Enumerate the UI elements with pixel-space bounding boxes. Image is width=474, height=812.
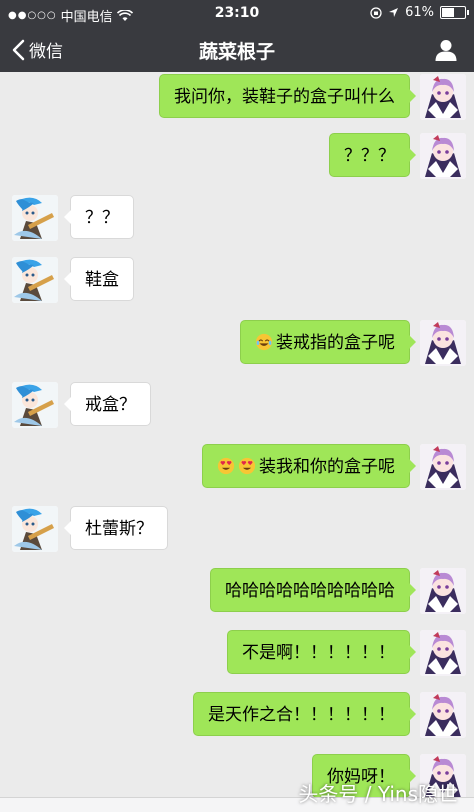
self-avatar[interactable] bbox=[420, 74, 466, 120]
avatar-image bbox=[420, 568, 466, 614]
battery-icon bbox=[440, 6, 469, 19]
back-label: 微信 bbox=[29, 42, 63, 62]
message-row: 戒盒？ bbox=[0, 382, 474, 430]
avatar-image bbox=[420, 444, 466, 490]
self-avatar[interactable] bbox=[420, 133, 466, 179]
message-row: 装我和你的盒子呢 bbox=[0, 444, 474, 492]
contact-avatar[interactable] bbox=[12, 195, 58, 241]
message-text: ？？ bbox=[85, 208, 119, 228]
message-row: ？？？ bbox=[0, 133, 474, 181]
avatar-image bbox=[12, 257, 58, 303]
message-text: ？？？ bbox=[344, 146, 395, 166]
message-text: 杜蕾斯？ bbox=[85, 519, 153, 539]
avatar-image bbox=[12, 382, 58, 428]
contact-avatar[interactable] bbox=[12, 382, 58, 428]
avatar-image bbox=[420, 692, 466, 738]
contact-avatar[interactable] bbox=[12, 257, 58, 303]
avatar-image bbox=[420, 133, 466, 179]
message-row: 不是啊！！！！！！ bbox=[0, 630, 474, 678]
message-row: 我问你，装鞋子的盒子叫什么 bbox=[0, 74, 474, 122]
message-bubble[interactable]: 是天作之合！！！！！！ bbox=[193, 692, 416, 736]
heart-eyes-emoji-icon bbox=[217, 457, 235, 475]
avatar-image bbox=[420, 630, 466, 676]
message-bubble[interactable]: 鞋盒 bbox=[64, 257, 134, 301]
message-row: ？？ bbox=[0, 195, 474, 243]
message-bubble[interactable]: 不是啊！！！！！！ bbox=[227, 630, 416, 674]
avatar-image bbox=[12, 195, 58, 241]
message-row: 是天作之合！！！！！！ bbox=[0, 692, 474, 740]
message-text: 戒盒？ bbox=[85, 395, 136, 415]
message-text: 装我和你的盒子呢 bbox=[259, 457, 395, 477]
message-bubble[interactable]: 杜蕾斯？ bbox=[64, 506, 168, 550]
avatar-image bbox=[420, 74, 466, 120]
message-text: 我问你，装鞋子的盒子叫什么 bbox=[174, 87, 395, 107]
message-bubble[interactable]: 哈哈哈哈哈哈哈哈哈哈 bbox=[210, 568, 416, 612]
orientation-lock-icon bbox=[370, 6, 382, 19]
battery-percent: 61% bbox=[405, 5, 434, 20]
message-text: 不是啊！！！！！！ bbox=[242, 643, 395, 663]
self-avatar[interactable] bbox=[420, 444, 466, 490]
nav-bar: 微信 蔬菜根子 bbox=[0, 28, 474, 72]
self-avatar[interactable] bbox=[420, 320, 466, 366]
status-bar: ●●○○○ 中国电信 23:10 61% bbox=[0, 0, 474, 28]
message-row: 鞋盒 bbox=[0, 257, 474, 305]
heart-eyes-emoji-icon bbox=[238, 457, 256, 475]
self-avatar[interactable] bbox=[420, 568, 466, 614]
contact-avatar[interactable] bbox=[12, 506, 58, 552]
message-bubble[interactable]: 装我和你的盒子呢 bbox=[202, 444, 416, 488]
message-text: 鞋盒 bbox=[85, 270, 119, 290]
message-bubble[interactable]: ？？？ bbox=[329, 133, 416, 177]
message-bubble[interactable]: 我问你，装鞋子的盒子叫什么 bbox=[159, 74, 416, 118]
message-text: 装戒指的盒子呢 bbox=[276, 333, 395, 353]
avatar-image bbox=[12, 506, 58, 552]
back-button[interactable]: 微信 bbox=[12, 37, 63, 62]
message-text: 哈哈哈哈哈哈哈哈哈哈 bbox=[225, 581, 395, 601]
chat-title: 蔬菜根子 bbox=[198, 41, 275, 63]
person-icon[interactable] bbox=[434, 38, 458, 62]
message-text: 是天作之合！！！！！！ bbox=[208, 705, 395, 725]
self-avatar[interactable] bbox=[420, 692, 466, 738]
message-row: 杜蕾斯？ bbox=[0, 506, 474, 554]
message-bubble[interactable]: 戒盒？ bbox=[64, 382, 151, 426]
watermark: 头条号 / Yins隐世 bbox=[298, 782, 458, 806]
location-arrow-icon bbox=[389, 8, 399, 17]
message-row: 哈哈哈哈哈哈哈哈哈哈 bbox=[0, 568, 474, 616]
message-bubble[interactable]: 装戒指的盒子呢 bbox=[240, 320, 416, 364]
avatar-image bbox=[420, 320, 466, 366]
joy-emoji-icon bbox=[255, 333, 273, 351]
message-list[interactable]: 我问你，装鞋子的盒子叫什么 ？？？ ？？ 鞋盒 装戒指的盒子呢 戒盒？ 装我和你… bbox=[0, 72, 474, 811]
message-row: 装戒指的盒子呢 bbox=[0, 320, 474, 368]
self-avatar[interactable] bbox=[420, 630, 466, 676]
message-bubble[interactable]: ？？ bbox=[64, 195, 134, 239]
chevron-left-icon bbox=[12, 39, 25, 60]
